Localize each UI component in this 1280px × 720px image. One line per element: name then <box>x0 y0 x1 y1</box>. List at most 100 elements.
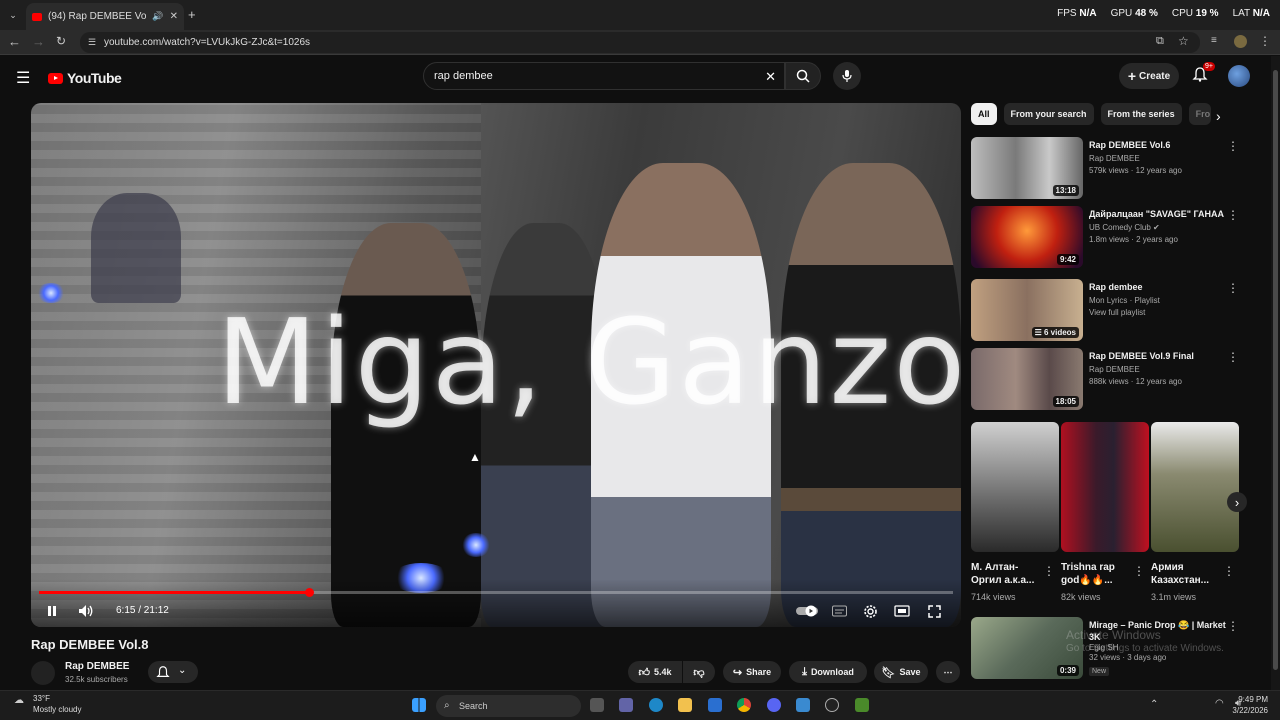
more-actions-button[interactable]: ⋯ <box>936 661 960 683</box>
video-thumbnail[interactable]: 13:18 <box>971 137 1083 199</box>
voice-search-button[interactable] <box>833 62 861 90</box>
recommendation-channel[interactable]: Rap DEMBEE <box>1089 365 1239 374</box>
recommendation-title[interactable]: Rap DEMBEE Vol.9 Final <box>1089 350 1239 362</box>
short-title[interactable]: Trishna rap god🔥🔥... <box>1061 561 1133 587</box>
taskbar-search-input[interactable]: ⌕ Search <box>436 695 581 717</box>
like-button[interactable]: 👍︎ 5.4k <box>628 661 682 683</box>
recommendation-channel[interactable]: Mon Lyrics · Playlist <box>1089 296 1239 305</box>
store-icon[interactable] <box>708 698 722 712</box>
speaker-icon[interactable]: 🔊 <box>152 11 163 22</box>
channel-name[interactable]: Rap DEMBEE <box>65 661 129 672</box>
chip-from-channel[interactable]: Fro <box>1188 103 1211 125</box>
settings-button[interactable] <box>862 603 878 619</box>
volume-button[interactable] <box>78 603 94 619</box>
close-tab-icon[interactable]: ✕ <box>170 11 178 22</box>
fullscreen-icon <box>927 604 941 618</box>
create-button[interactable]: + Create <box>1119 63 1179 89</box>
recommendation-item[interactable]: 9:42 Дайралцаан "SAVAGE" ГАНАА UB Comedy… <box>971 206 1266 268</box>
wifi-icon[interactable]: ◠ <box>1215 698 1224 709</box>
save-button[interactable]: 🔖︎ Save <box>874 661 928 683</box>
autoplay-toggle[interactable] <box>796 603 818 619</box>
reload-icon[interactable]: ↻ <box>56 34 66 48</box>
short-title[interactable]: М. Алтан-Оргил а.к.а... <box>971 561 1043 587</box>
search-input[interactable]: rap dembee ✕ <box>423 62 785 90</box>
windows-start-icon[interactable] <box>412 698 426 712</box>
short-thumbnail[interactable] <box>1061 422 1149 552</box>
browser-tab[interactable]: (94) Rap DEMBEE Vol.8 - Yo 🔊 ✕ <box>26 3 184 30</box>
chrome-icon[interactable] <box>737 698 751 712</box>
short-thumbnail[interactable] <box>1151 422 1239 552</box>
teams-icon[interactable] <box>619 698 633 712</box>
dislike-button[interactable]: 👎︎ <box>683 661 715 683</box>
chip-from-your-search[interactable]: From your search <box>1003 103 1094 125</box>
subscribed-notifications-button[interactable]: ⌄ <box>148 661 198 683</box>
more-vertical-icon[interactable]: ⋮ <box>1043 564 1055 578</box>
video-thumbnail[interactable]: 9:42 <box>971 206 1083 268</box>
subtitles-icon <box>831 605 847 617</box>
tab-menu-icon[interactable]: ⌄ <box>6 8 20 22</box>
back-icon[interactable]: ← <box>8 34 21 49</box>
more-vertical-icon[interactable]: ⋮ <box>1133 564 1145 578</box>
subtitles-button[interactable] <box>831 603 847 619</box>
clear-search-icon[interactable]: ✕ <box>765 69 776 85</box>
taskbar-clock[interactable]: 9:49 PM 3/22/2026 <box>1232 694 1268 716</box>
hamburger-menu-icon[interactable]: ☰ <box>16 68 30 88</box>
theater-mode-button[interactable] <box>894 603 910 619</box>
more-vertical-icon[interactable]: ⋮ <box>1227 619 1239 633</box>
recommendation-channel[interactable]: Rap DEMBEE <box>1089 154 1239 163</box>
youtube-logo[interactable]: YouTube <box>48 70 122 86</box>
recommendation-title[interactable]: Rap DEMBEE Vol.6 <box>1089 139 1239 151</box>
recommendation-item[interactable]: 18:05 Rap DEMBEE Vol.9 Final Rap DEMBEE … <box>971 348 1266 410</box>
page-scrollbar[interactable] <box>1271 56 1280 690</box>
discord-icon[interactable] <box>767 698 781 712</box>
channel-avatar[interactable] <box>31 661 55 685</box>
more-vertical-icon[interactable]: ⋮ <box>1223 564 1235 578</box>
profile-icon[interactable] <box>1234 35 1247 48</box>
new-tab-icon[interactable]: + <box>188 7 196 22</box>
minecraft-icon[interactable] <box>855 698 869 712</box>
forward-icon[interactable]: → <box>32 34 45 49</box>
video-thumbnail[interactable]: 18:05 <box>971 348 1083 410</box>
edge-icon[interactable] <box>649 698 663 712</box>
pause-button[interactable] <box>44 603 60 619</box>
more-vertical-icon[interactable]: ⋮ <box>1227 208 1239 222</box>
recommendation-title[interactable]: Дайралцаан "SAVAGE" ГАНАА <box>1089 208 1239 220</box>
shorts-next-icon[interactable]: › <box>1227 492 1247 512</box>
short-thumbnail[interactable] <box>971 422 1059 552</box>
recommendation-item[interactable]: ☰ 6 videos Rap dembee Mon Lyrics · Playl… <box>971 279 1266 341</box>
progress-scrubber[interactable] <box>304 588 314 597</box>
site-info-icon[interactable]: ☰ <box>88 37 96 48</box>
file-explorer-icon[interactable] <box>678 698 692 712</box>
share-button[interactable]: ↪ Share <box>723 661 781 683</box>
playlist-thumbnail[interactable]: ☰ 6 videos <box>971 279 1083 341</box>
short-views: 714k views <box>971 592 1016 602</box>
account-avatar[interactable] <box>1228 65 1250 87</box>
recommendation-title[interactable]: Rap dembee <box>1089 281 1239 293</box>
chip-all[interactable]: All <box>971 103 997 125</box>
chip-from-the-series[interactable]: From the series <box>1100 103 1182 125</box>
reading-list-icon[interactable]: ≡ <box>1211 35 1217 46</box>
more-vertical-icon[interactable]: ⋮ <box>1227 281 1239 295</box>
tray-chevron-icon[interactable]: ⌃ <box>1150 699 1158 710</box>
download-button[interactable]: ⤓ Download <box>789 661 867 683</box>
weather-widget[interactable]: 33°F Mostly cloudy <box>33 693 81 715</box>
view-full-playlist-link[interactable]: View full playlist <box>1089 308 1239 317</box>
install-icon[interactable]: ⧉ <box>1156 35 1164 48</box>
short-title[interactable]: Армия Казахстан... <box>1151 561 1223 587</box>
browser-menu-icon[interactable]: ⋮ <box>1259 34 1271 48</box>
recommendation-item[interactable]: 13:18 Rap DEMBEE Vol.6 Rap DEMBEE 579k v… <box>971 137 1266 199</box>
more-vertical-icon[interactable]: ⋮ <box>1227 139 1239 153</box>
app-icon[interactable] <box>796 698 810 712</box>
steam-icon[interactable] <box>825 698 839 712</box>
recommendation-channel[interactable]: UB Comedy Club ✔ <box>1089 223 1239 232</box>
bookmark-star-icon[interactable]: ☆ <box>1178 34 1189 48</box>
progress-bar[interactable] <box>39 588 953 597</box>
more-vertical-icon[interactable]: ⋮ <box>1227 350 1239 364</box>
url-field[interactable]: ☰ youtube.com/watch?v=LVUkJkG-ZJc&t=1026… <box>80 32 1200 53</box>
chips-next-icon[interactable]: › <box>1216 108 1221 124</box>
video-player[interactable]: Miga, Ganzo ▲ 6:15 / 21:12 <box>31 103 961 627</box>
scrollbar-thumb[interactable] <box>1273 70 1278 670</box>
fullscreen-button[interactable] <box>926 603 942 619</box>
search-button[interactable] <box>785 62 821 90</box>
task-view-icon[interactable] <box>590 698 604 712</box>
